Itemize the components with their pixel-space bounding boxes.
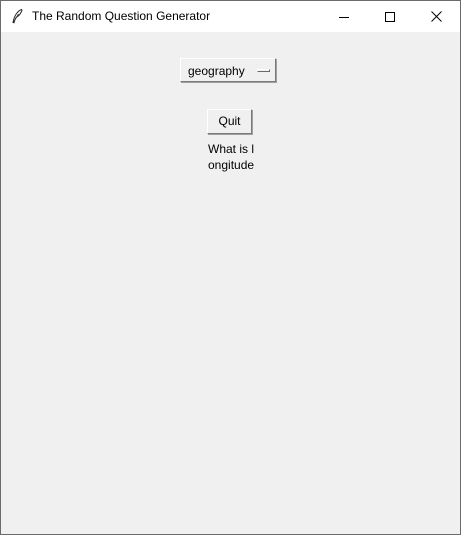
- close-icon: [430, 11, 442, 22]
- maximize-button[interactable]: [367, 1, 413, 32]
- client-area: geography Quit What is longitude: [1, 32, 460, 534]
- minimize-icon: [339, 16, 349, 18]
- maximize-icon: [385, 11, 395, 22]
- category-selected-value: geography: [188, 64, 245, 78]
- minimize-button[interactable]: [321, 1, 367, 32]
- window-title: The Random Question Generator: [32, 9, 211, 23]
- quit-button[interactable]: Quit: [207, 109, 252, 134]
- question-label: What is longitude: [208, 142, 255, 172]
- title-bar[interactable]: The Random Question Generator: [1, 1, 460, 32]
- feather-icon: [12, 8, 23, 24]
- category-option-menu[interactable]: geography: [180, 58, 276, 82]
- option-menu-indicator-icon: [257, 69, 270, 72]
- app-window: The Random Question Generator geography …: [0, 0, 461, 535]
- close-button[interactable]: [413, 1, 459, 32]
